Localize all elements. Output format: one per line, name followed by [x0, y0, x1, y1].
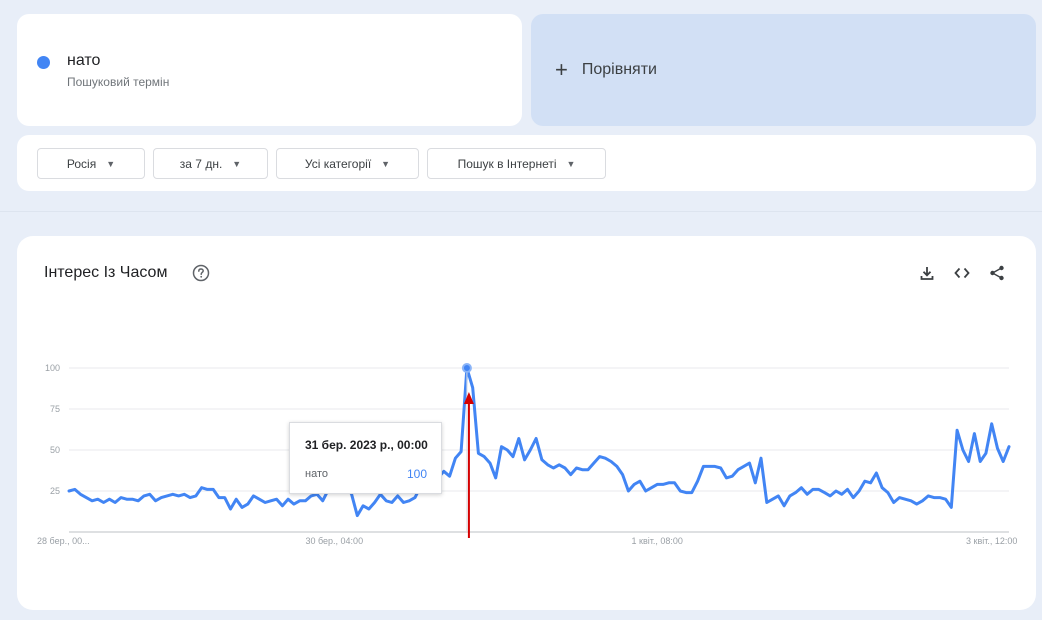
search-type-filter[interactable]: Пошук в Інтернеті ▼: [427, 148, 606, 179]
x-tick-label: 28 бер., 00...: [37, 536, 90, 546]
tooltip-date: 31 бер. 2023 р., 00:00: [305, 438, 428, 452]
x-tick-label: 30 бер., 04:00: [305, 536, 363, 546]
y-tick-label: 100: [45, 363, 60, 373]
category-filter-label: Усі категорії: [304, 156, 372, 171]
term-color-dot: [37, 56, 50, 69]
search-term-card[interactable]: нато Пошуковий термін: [17, 14, 522, 126]
compare-label: Порівняти: [581, 61, 657, 78]
dropdown-caret-icon: ▼: [106, 158, 116, 169]
tooltip-term: нато: [305, 468, 328, 480]
filter-bar: Росія ▼ за 7 дн. ▼ Усі категорії ▼ Пошук…: [17, 135, 1036, 191]
category-filter[interactable]: Усі категорії ▼: [276, 148, 419, 179]
time-range-filter[interactable]: за 7 дн. ▼: [153, 148, 268, 179]
dropdown-caret-icon: ▼: [232, 158, 242, 169]
series-line-nato: [67, 366, 1011, 518]
search-term-subtitle: Пошуковий термін: [67, 75, 170, 89]
y-tick-label: 50: [50, 445, 60, 455]
time-range-filter-label: за 7 дн.: [179, 156, 223, 171]
tooltip-value: 100: [406, 467, 427, 481]
data-point-tooltip: 31 бер. 2023 р., 00:00 нато 100: [289, 422, 442, 494]
data-point-highlight: [461, 363, 472, 373]
compare-button[interactable]: + Порівняти: [531, 14, 1036, 126]
search-type-filter-label: Пошук в Інтернеті: [457, 156, 557, 171]
search-term-name[interactable]: нато: [67, 52, 100, 70]
x-tick-label: 3 квіт., 12:00: [966, 536, 1017, 546]
plus-icon: +: [555, 57, 568, 82]
region-filter[interactable]: Росія ▼: [37, 148, 145, 179]
y-tick-label: 75: [50, 404, 60, 414]
region-filter-label: Росія: [66, 156, 97, 171]
y-tick-label: 25: [50, 486, 60, 496]
x-tick-label: 1 квіт., 08:00: [632, 536, 683, 546]
dropdown-caret-icon: ▼: [566, 158, 576, 169]
interest-over-time-card: Інтерес Із Часом 100 75 50 25 28 бер., 00...…: [17, 236, 1036, 610]
section-divider: [0, 211, 1042, 212]
dropdown-caret-icon: ▼: [381, 158, 391, 169]
line-chart[interactable]: 100 75 50 25 28 бер., 00... 30 бер., 04:00 1 к…: [17, 236, 1036, 610]
